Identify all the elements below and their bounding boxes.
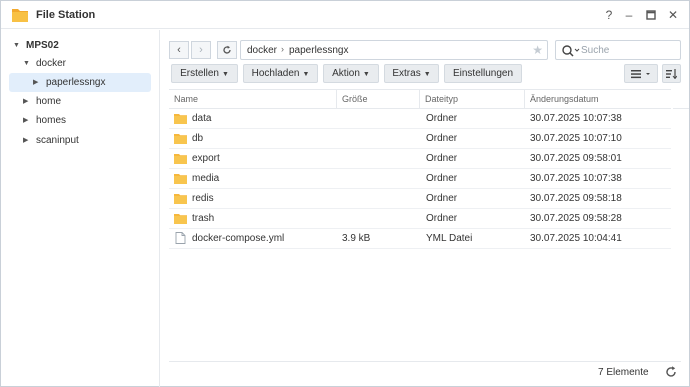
table-row[interactable]: trash Ordner 30.07.2025 09:58:28	[169, 209, 671, 229]
table-row[interactable]: db Ordner 30.07.2025 10:07:10	[169, 129, 671, 149]
folder-icon	[174, 174, 187, 184]
footer-divider	[169, 361, 681, 362]
collapsed-arrow-icon: ▶	[33, 79, 39, 86]
collapsed-arrow-icon: ▶	[23, 117, 29, 124]
create-button-label: Erstellen	[180, 68, 219, 79]
favorite-star-icon[interactable]: ★	[532, 43, 543, 57]
folder-icon	[174, 134, 187, 144]
file-name: trash	[192, 213, 215, 224]
tree-item-label: homes	[36, 115, 67, 126]
table-row[interactable]: redis Ordner 30.07.2025 09:58:18	[169, 189, 671, 209]
file-station-app-icon	[12, 9, 28, 22]
back-button[interactable]: ‹	[169, 41, 189, 59]
refresh-icon[interactable]	[664, 365, 678, 379]
window-title: File Station	[36, 9, 96, 21]
forward-button[interactable]: ›	[191, 41, 211, 59]
action-button[interactable]: Aktion ▼	[323, 64, 379, 83]
folder-icon	[174, 114, 187, 124]
search-input[interactable]	[581, 44, 676, 57]
file-name: db	[192, 133, 204, 144]
file-name: export	[192, 153, 220, 164]
path-bar[interactable]: docker › paperlessngx ★	[240, 40, 548, 60]
file-modified: 30.07.2025 10:07:10	[530, 133, 622, 144]
maximize-button[interactable]	[643, 7, 659, 23]
dropdown-caret-icon: ▼	[362, 71, 370, 78]
refresh-button[interactable]	[217, 41, 237, 59]
search-box[interactable]	[555, 40, 681, 60]
title-bar: File Station ? – ✕	[1, 1, 689, 29]
minimize-button[interactable]: –	[621, 7, 637, 23]
column-header-type[interactable]: Dateityp	[420, 90, 525, 108]
breadcrumb-separator-icon: ›	[281, 44, 284, 54]
column-header-name[interactable]: Name	[169, 90, 337, 108]
expanded-arrow-icon: ▼	[13, 42, 20, 49]
close-button[interactable]: ✕	[665, 7, 681, 23]
refresh-icon	[223, 45, 231, 54]
tree-item-label: paperlessngx	[46, 77, 106, 88]
folder-icon	[174, 214, 187, 224]
file-name: redis	[192, 193, 214, 204]
breadcrumb-paperlessngx[interactable]: paperlessngx	[289, 45, 348, 56]
column-header-size[interactable]: Größe	[337, 90, 420, 108]
file-size: 3.9 kB	[342, 233, 371, 244]
dropdown-caret-icon: ▼	[302, 71, 310, 78]
settings-button-label: Einstellungen	[452, 68, 514, 79]
folder-icon	[174, 154, 187, 164]
sort-button[interactable]	[662, 64, 681, 83]
collapsed-arrow-icon: ▶	[23, 137, 29, 144]
file-type: YML Datei	[426, 233, 473, 244]
create-button[interactable]: Erstellen ▼	[171, 64, 238, 83]
file-name: docker-compose.yml	[192, 233, 285, 244]
file-station-window: File Station ? – ✕ ▼ MPS02 ▼ docker ▶ pa…	[0, 0, 690, 387]
table-header: Name Größe Dateityp Änderungsdatum	[169, 89, 671, 109]
column-menu-handle	[673, 89, 689, 109]
tree-item-label: home	[36, 96, 62, 107]
file-type: Ordner	[426, 213, 458, 224]
file-type: Ordner	[426, 153, 458, 164]
breadcrumb-docker[interactable]: docker	[247, 45, 277, 56]
table-row[interactable]: media Ordner 30.07.2025 10:07:38	[169, 169, 671, 189]
tree-item-label: scaninput	[36, 135, 79, 146]
upload-button[interactable]: Hochladen ▼	[243, 64, 318, 83]
sidebar: ▼ MPS02 ▼ docker ▶ paperlessngx ▶ home ▶…	[1, 30, 159, 386]
expanded-arrow-icon: ▼	[23, 60, 30, 67]
tree-root-label: MPS02	[26, 40, 59, 51]
table-row[interactable]: docker-compose.yml 3.9 kB YML Datei 30.0…	[169, 229, 671, 249]
dropdown-caret-icon: ▼	[423, 71, 431, 78]
tree-item-label: docker	[36, 58, 67, 69]
file-modified: 30.07.2025 10:07:38	[530, 113, 622, 124]
file-type: Ordner	[426, 113, 458, 124]
dropdown-caret-icon: ▼	[221, 71, 229, 78]
action-button-label: Aktion	[332, 68, 360, 79]
folder-icon	[174, 194, 187, 204]
extras-button[interactable]: Extras ▼	[384, 64, 439, 83]
table-row[interactable]: export Ordner 30.07.2025 09:58:01	[169, 149, 671, 169]
file-list: data Ordner 30.07.2025 10:07:38 db Ordne…	[169, 109, 671, 249]
settings-button[interactable]: Einstellungen	[444, 64, 522, 83]
item-count: 7 Elemente	[598, 367, 649, 378]
file-type: Ordner	[426, 173, 458, 184]
file-modified: 30.07.2025 09:58:28	[530, 213, 622, 224]
file-modified: 30.07.2025 10:04:41	[530, 233, 622, 244]
file-name: media	[192, 173, 220, 184]
sidebar-divider	[159, 30, 160, 387]
maximize-icon	[646, 10, 656, 20]
extras-button-label: Extras	[392, 68, 421, 79]
help-button[interactable]: ?	[601, 7, 617, 23]
file-name: data	[192, 113, 212, 124]
file-modified: 30.07.2025 10:07:38	[530, 173, 622, 184]
file-icon	[175, 232, 186, 244]
collapsed-arrow-icon: ▶	[23, 98, 29, 105]
search-icon[interactable]	[561, 44, 581, 58]
table-row[interactable]: data Ordner 30.07.2025 10:07:38	[169, 109, 671, 129]
file-type: Ordner	[426, 133, 458, 144]
upload-button-label: Hochladen	[251, 68, 300, 79]
column-header-modified[interactable]: Änderungsdatum	[525, 90, 671, 108]
list-view-icon	[631, 70, 650, 79]
file-modified: 30.07.2025 09:58:01	[530, 153, 622, 164]
sort-icon	[666, 69, 678, 80]
view-mode-button[interactable]	[624, 64, 658, 83]
file-type: Ordner	[426, 193, 458, 204]
file-modified: 30.07.2025 09:58:18	[530, 193, 622, 204]
